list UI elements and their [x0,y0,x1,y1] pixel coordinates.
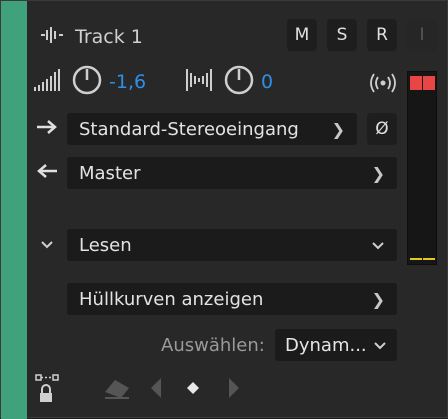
add-keyframe-icon[interactable] [185,377,201,399]
chevron-right-icon: ❯ [371,163,385,183]
eraser-icon[interactable] [101,375,133,401]
input-arrow-icon [33,111,61,143]
track-color-strip[interactable] [1,1,27,419]
envelopes-label: Hüllkurven anzeigen [79,288,264,310]
volume-knob[interactable] [71,64,103,100]
chevron-right-icon: ❯ [331,119,345,139]
previous-keyframe-icon[interactable] [149,375,163,401]
pan-knob[interactable] [223,64,255,100]
clip-indicator-right[interactable] [423,76,435,90]
chevron-down-icon [373,335,387,356]
phase-invert-button[interactable]: Ø [367,113,397,145]
broadcast-icon[interactable] [367,69,399,97]
input-value: Standard-Stereoeingang [79,118,299,140]
pan-icon [185,67,215,97]
select-value: Dynam... [285,334,367,356]
level-right [423,258,435,260]
track-header-panel: Track 1 M S R I -1,6 0 Standard-Stereoei… [0,0,448,419]
automation-mode-select[interactable]: Lesen [67,229,397,261]
track-name[interactable]: Track 1 [75,26,143,48]
volume-icon [33,67,63,97]
solo-button[interactable]: S [327,19,357,51]
automation-mode-value: Lesen [79,234,132,256]
automation-expand-icon[interactable] [33,229,61,261]
clip-indicator-left[interactable] [410,76,422,90]
output-select[interactable]: Master ❯ [67,157,397,189]
record-arm-button[interactable]: R [367,19,397,51]
mute-button[interactable]: M [287,19,317,51]
input-monitor-button[interactable]: I [407,19,437,51]
volume-value[interactable]: -1,6 [109,71,146,93]
pan-value[interactable]: 0 [261,71,273,93]
waveform-icon [39,25,65,49]
pan-control: 0 [185,65,273,99]
output-arrow-icon [33,155,61,187]
next-keyframe-icon[interactable] [227,375,241,401]
lock-envelope-icon[interactable] [35,373,61,403]
level-meter [407,71,437,265]
select-label: Auswählen: [161,334,265,356]
track-title-row: Track 1 [39,19,143,55]
output-value: Master [79,162,141,184]
input-select[interactable]: Standard-Stereoeingang ❯ [67,113,357,145]
select-dropdown[interactable]: Dynam... [275,329,397,361]
show-envelopes-button[interactable]: Hüllkurven anzeigen ❯ [67,283,397,315]
level-left [410,258,422,260]
chevron-down-icon [371,235,385,256]
chevron-right-icon: ❯ [371,289,385,309]
volume-control: -1,6 [33,65,146,99]
